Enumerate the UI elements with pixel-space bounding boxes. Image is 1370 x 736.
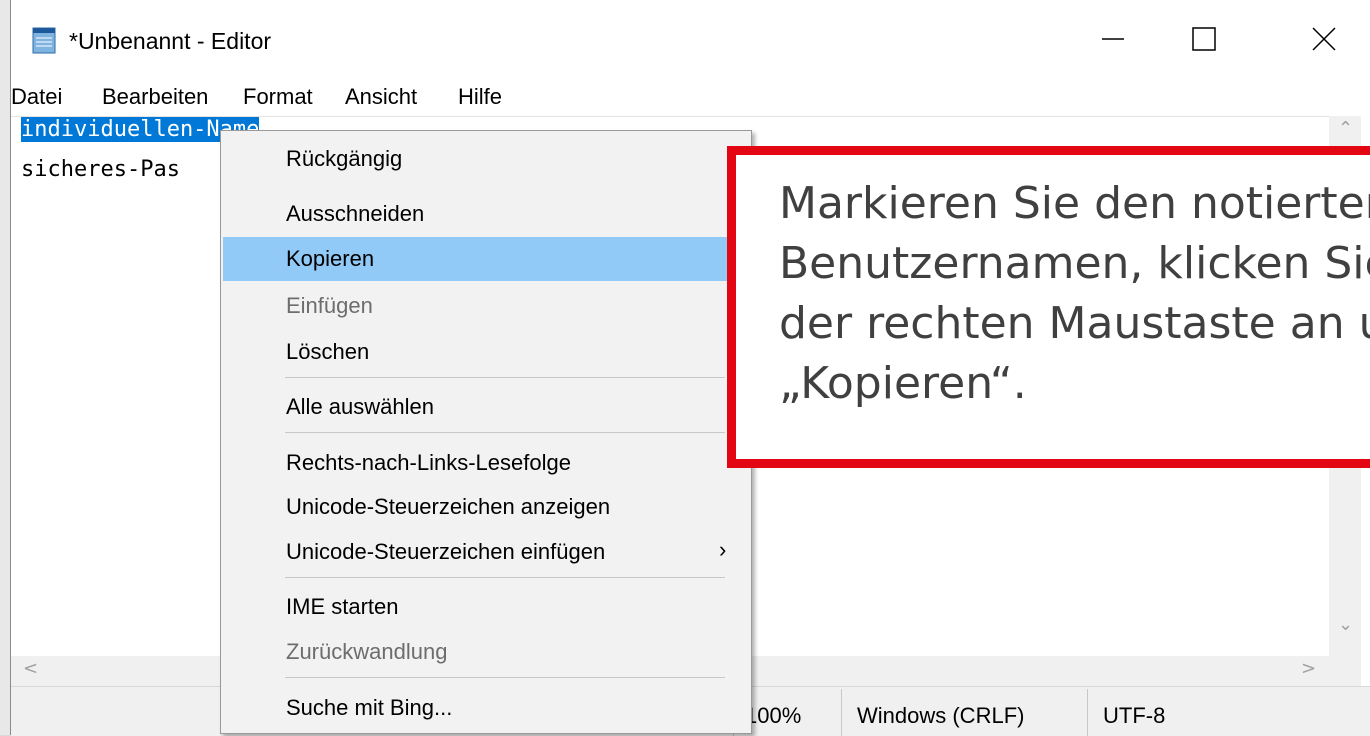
instruction-text: Markieren Sie den notierten Benutzername… <box>779 178 1370 409</box>
menu-item-suche-bing[interactable]: Suche mit Bing... <box>223 686 727 730</box>
menu-bar: Datei Bearbeiten Format Ansicht Hilfe <box>11 80 1370 116</box>
status-divider <box>841 689 842 736</box>
menu-separator <box>285 677 725 678</box>
maximize-icon[interactable] <box>1169 14 1239 64</box>
menu-item-loeschen[interactable]: Löschen <box>223 330 727 374</box>
menu-item-alle-auswaehlen[interactable]: Alle auswählen <box>223 385 727 429</box>
scroll-up-icon[interactable]: ⌃ <box>1338 118 1353 139</box>
status-encoding: UTF-8 <box>1103 703 1166 728</box>
close-icon[interactable] <box>1289 14 1359 64</box>
menu-item-unicode-anzeigen[interactable]: Unicode-Steuerzeichen anzeigen <box>223 485 727 529</box>
title-bar[interactable]: *Unbenannt - Editor <box>11 0 1370 80</box>
scrollbar-corner <box>1329 656 1361 686</box>
menu-separator <box>285 432 725 433</box>
menu-separator <box>285 377 725 378</box>
notepad-icon <box>32 27 56 54</box>
menu-item-rueckgaengig[interactable]: Rückgängig <box>223 137 727 181</box>
scroll-left-icon[interactable]: < <box>23 658 38 679</box>
instruction-callout: Markieren Sie den notierten Benutzername… <box>727 146 1370 468</box>
menu-datei[interactable]: Datei <box>11 84 62 110</box>
menu-item-zurueckwandlung: Zurückwandlung <box>286 639 448 664</box>
menu-item-ausschneiden[interactable]: Ausschneiden <box>223 192 727 236</box>
status-zoom: 100% <box>745 703 802 728</box>
window-title: *Unbenannt - Editor <box>69 28 272 54</box>
menu-hilfe[interactable]: Hilfe <box>458 84 502 110</box>
background-window-strip <box>0 0 10 735</box>
menu-format[interactable]: Format <box>243 84 313 110</box>
editor-line-2[interactable]: sicheres-Pas <box>21 157 180 182</box>
menu-item-kopieren[interactable]: Kopieren <box>223 237 727 281</box>
status-divider <box>1087 689 1088 736</box>
context-menu: Rückgängig Ausschneiden Kopieren Einfüge… <box>220 130 752 734</box>
scroll-down-icon[interactable]: ⌄ <box>1338 614 1353 635</box>
minimize-icon[interactable] <box>1077 14 1147 64</box>
menu-item-rtl-lesefolge[interactable]: Rechts-nach-Links-Lesefolge <box>223 441 727 485</box>
menu-item-unicode-einfuegen[interactable]: Unicode-Steuerzeichen einfügen › <box>223 530 727 574</box>
status-line-ending: Windows (CRLF) <box>857 703 1025 728</box>
chevron-right-icon: › <box>719 537 727 562</box>
menu-separator <box>285 577 725 578</box>
menu-item-ime-starten[interactable]: IME starten <box>223 585 727 629</box>
menu-item-einfuegen: Einfügen <box>286 293 373 318</box>
scroll-right-icon[interactable]: > <box>1301 658 1316 679</box>
menu-ansicht[interactable]: Ansicht <box>345 84 417 110</box>
menu-bearbeiten[interactable]: Bearbeiten <box>102 84 208 110</box>
